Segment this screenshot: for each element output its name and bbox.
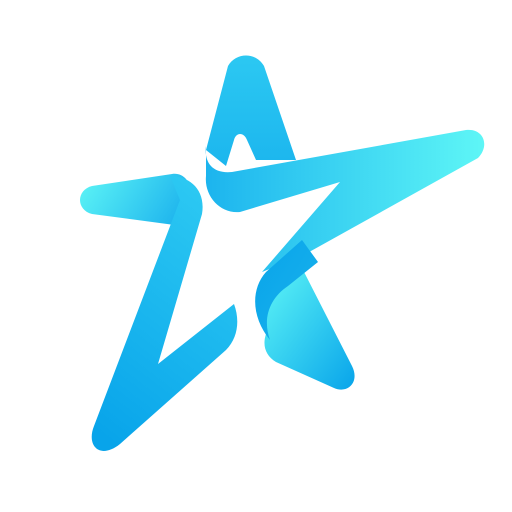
ribbon-star-icon	[80, 55, 485, 451]
star-right-arm	[205, 129, 485, 272]
star-top-point	[206, 55, 296, 166]
app-icon-canvas	[0, 0, 512, 512]
